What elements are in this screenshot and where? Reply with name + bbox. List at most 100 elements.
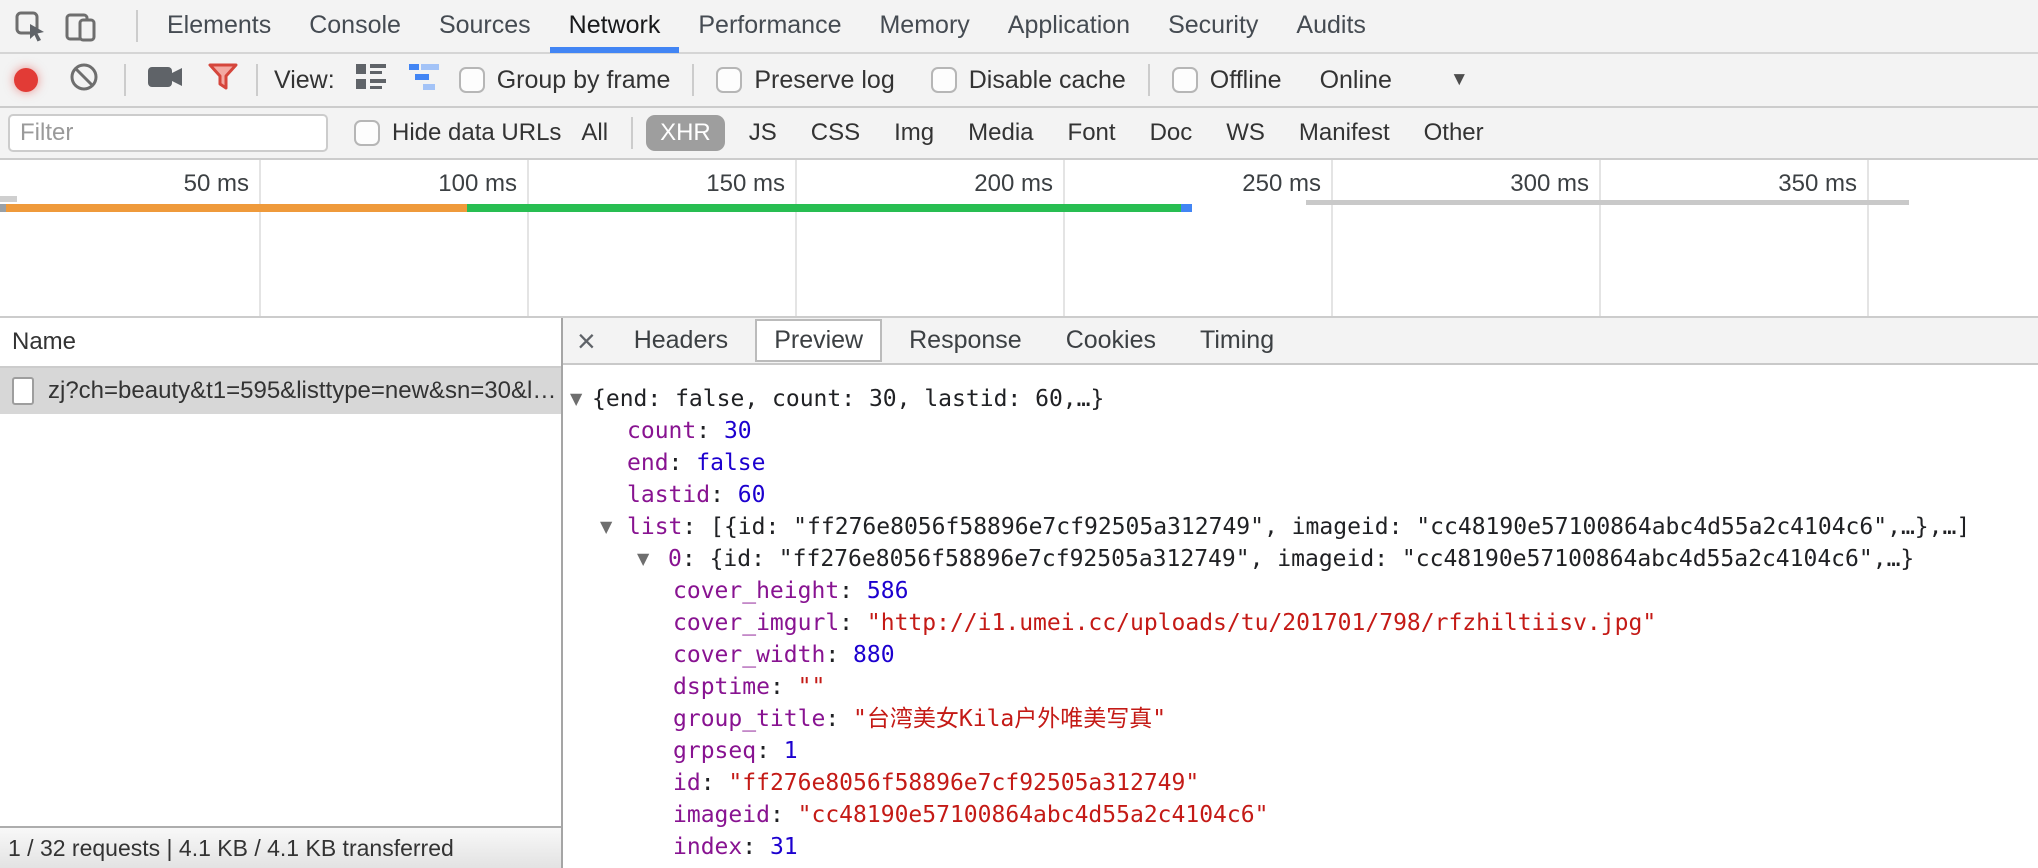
name-column-header[interactable]: Name [0, 318, 561, 368]
tree-row-item0[interactable]: ▼ 0: {id: "ff276e8056f58896e7cf92505a312… [563, 543, 2038, 575]
hide-data-urls-checkbox[interactable] [354, 120, 380, 146]
toolbar-separator [256, 64, 258, 96]
tab-memory[interactable]: Memory [860, 0, 988, 53]
overview-gray-line [1306, 200, 1909, 205]
request-row-selected[interactable]: zj?ch=beauty&t1=595&listtype=new&sn=30&l… [0, 368, 561, 414]
tick-50ms: 50 ms [184, 170, 249, 198]
tree-value: 586 [867, 578, 909, 604]
large-rows-view-icon[interactable] [355, 62, 387, 99]
tree-row-index[interactable]: index: 31 [563, 831, 2038, 863]
throttling-dropdown[interactable]: Online ▼ [1320, 66, 1469, 95]
gridline-100ms [527, 160, 529, 316]
filter-funnel-icon[interactable] [206, 61, 240, 100]
expand-arrow-icon[interactable]: ▼ [570, 383, 582, 415]
colon: : [669, 450, 697, 476]
colon: : [710, 482, 738, 508]
tree-row-group-title[interactable]: group_title: "台湾美女Kila户外唯美写真" [563, 703, 2038, 735]
timeline-overview[interactable]: 50 ms 100 ms 150 ms 200 ms 250 ms 300 ms… [0, 160, 2038, 318]
filter-type-img[interactable]: Img [884, 115, 944, 151]
disable-cache-toggle[interactable]: Disable cache [931, 66, 1126, 95]
preserve-log-toggle[interactable]: Preserve log [716, 66, 894, 95]
gridline-300ms [1599, 160, 1601, 316]
tab-application[interactable]: Application [989, 0, 1149, 53]
detail-tab-cookies[interactable]: Cookies [1049, 321, 1173, 360]
tab-console[interactable]: Console [290, 0, 420, 53]
close-icon[interactable]: × [563, 325, 612, 357]
overview-green-bar [467, 204, 1181, 212]
tabbar-icons [0, 10, 126, 42]
tab-elements[interactable]: Elements [148, 0, 290, 53]
tree-row-root[interactable]: ▼ {end: false, count: 30, lastid: 60,…} [563, 383, 2038, 415]
gridline-150ms [795, 160, 797, 316]
record-button[interactable] [14, 68, 38, 92]
filter-bar: Hide data URLs All XHR JS CSS Img Media … [0, 108, 2038, 160]
tree-row-count[interactable]: count: 30 [563, 415, 2038, 447]
tree-value: 1 [784, 738, 798, 764]
tree-row-lastid[interactable]: lastid: 60 [563, 479, 2038, 511]
tick-150ms: 150 ms [706, 170, 785, 198]
filter-type-xhr[interactable]: XHR [646, 115, 725, 151]
expand-arrow-icon[interactable]: ▼ [600, 511, 612, 543]
tree-row-id[interactable]: id: "ff276e8056f58896e7cf92505a312749" [563, 767, 2038, 799]
request-name: zj?ch=beauty&t1=595&listtype=new&sn=30&l… [48, 377, 556, 405]
network-toolbar: View: Group by frame [0, 54, 2038, 108]
tab-sources[interactable]: Sources [420, 0, 550, 53]
overview-blue-tip [1181, 204, 1192, 212]
filter-type-js[interactable]: JS [739, 115, 787, 151]
disable-cache-label: Disable cache [969, 66, 1126, 95]
tick-250ms: 250 ms [1242, 170, 1321, 198]
tree-row-grpseq[interactable]: grpseq: 1 [563, 735, 2038, 767]
tree-row-imageid[interactable]: imageid: "cc48190e57100864abc4d55a2c4104… [563, 799, 2038, 831]
group-by-frame-toggle[interactable]: Group by frame [459, 66, 671, 95]
filter-type-css[interactable]: CSS [801, 115, 870, 151]
tree-row-cover-height[interactable]: cover_height: 586 [563, 575, 2038, 607]
filter-type-ws[interactable]: WS [1216, 115, 1275, 151]
tree-row-dsptime[interactable]: dsptime: "" [563, 671, 2038, 703]
tree-object-preview: {id: "ff276e8056f58896e7cf92505a312749",… [710, 546, 1915, 572]
filter-type-other[interactable]: Other [1414, 115, 1494, 151]
request-detail-pane: × Headers Preview Response Cookies Timin… [563, 318, 2038, 868]
filter-type-all[interactable]: All [571, 115, 618, 151]
filter-input[interactable] [8, 114, 328, 152]
tree-key: grpseq [673, 738, 756, 764]
tree-key: cover_imgurl [673, 610, 839, 636]
filter-type-manifest[interactable]: Manifest [1289, 115, 1400, 151]
offline-toggle[interactable]: Offline [1172, 66, 1282, 95]
tick-300ms: 300 ms [1510, 170, 1589, 198]
group-by-frame-checkbox[interactable] [459, 67, 485, 93]
overview-gray-cap [0, 196, 17, 202]
tree-row-cover-width[interactable]: cover_width: 880 [563, 639, 2038, 671]
tree-row-cover-imgurl[interactable]: cover_imgurl: "http://i1.umei.cc/uploads… [563, 607, 2038, 639]
overview-orange-bar [6, 204, 467, 212]
detail-tab-preview[interactable]: Preview [755, 319, 882, 362]
expand-arrow-icon[interactable]: ▼ [637, 543, 649, 575]
clear-button[interactable] [68, 61, 100, 100]
detail-tab-response[interactable]: Response [892, 321, 1039, 360]
tab-security[interactable]: Security [1149, 0, 1277, 53]
inspect-element-icon[interactable] [14, 10, 46, 42]
device-toolbar-icon[interactable] [64, 10, 98, 42]
filter-type-media[interactable]: Media [958, 115, 1043, 151]
tree-object-preview: [{id: "ff276e8056f58896e7cf92505a312749"… [710, 514, 1970, 540]
tab-performance[interactable]: Performance [679, 0, 860, 53]
tree-row-list[interactable]: ▼ list: [{id: "ff276e8056f58896e7cf92505… [563, 511, 2038, 543]
preserve-log-label: Preserve log [754, 66, 894, 95]
tab-audits[interactable]: Audits [1277, 0, 1384, 53]
tree-row-end[interactable]: end: false [563, 447, 2038, 479]
tick-200ms: 200 ms [974, 170, 1053, 198]
filter-type-doc[interactable]: Doc [1140, 115, 1203, 151]
filter-separator [631, 117, 633, 149]
capture-screenshots-icon[interactable] [146, 63, 184, 98]
detail-tab-headers[interactable]: Headers [617, 321, 746, 360]
overview-waterfall-icon[interactable] [409, 63, 441, 98]
preserve-log-checkbox[interactable] [716, 67, 742, 93]
tree-row-partial[interactable]: is_vote: 0 [563, 863, 2038, 868]
view-label: View: [274, 66, 335, 95]
colon: : [701, 770, 729, 796]
tab-network[interactable]: Network [550, 0, 680, 53]
offline-checkbox[interactable] [1172, 67, 1198, 93]
disable-cache-checkbox[interactable] [931, 67, 957, 93]
filter-type-font[interactable]: Font [1058, 115, 1126, 151]
detail-tab-timing[interactable]: Timing [1183, 321, 1291, 360]
tree-root-preview: {end: false, count: 30, lastid: 60,…} [592, 386, 1104, 412]
